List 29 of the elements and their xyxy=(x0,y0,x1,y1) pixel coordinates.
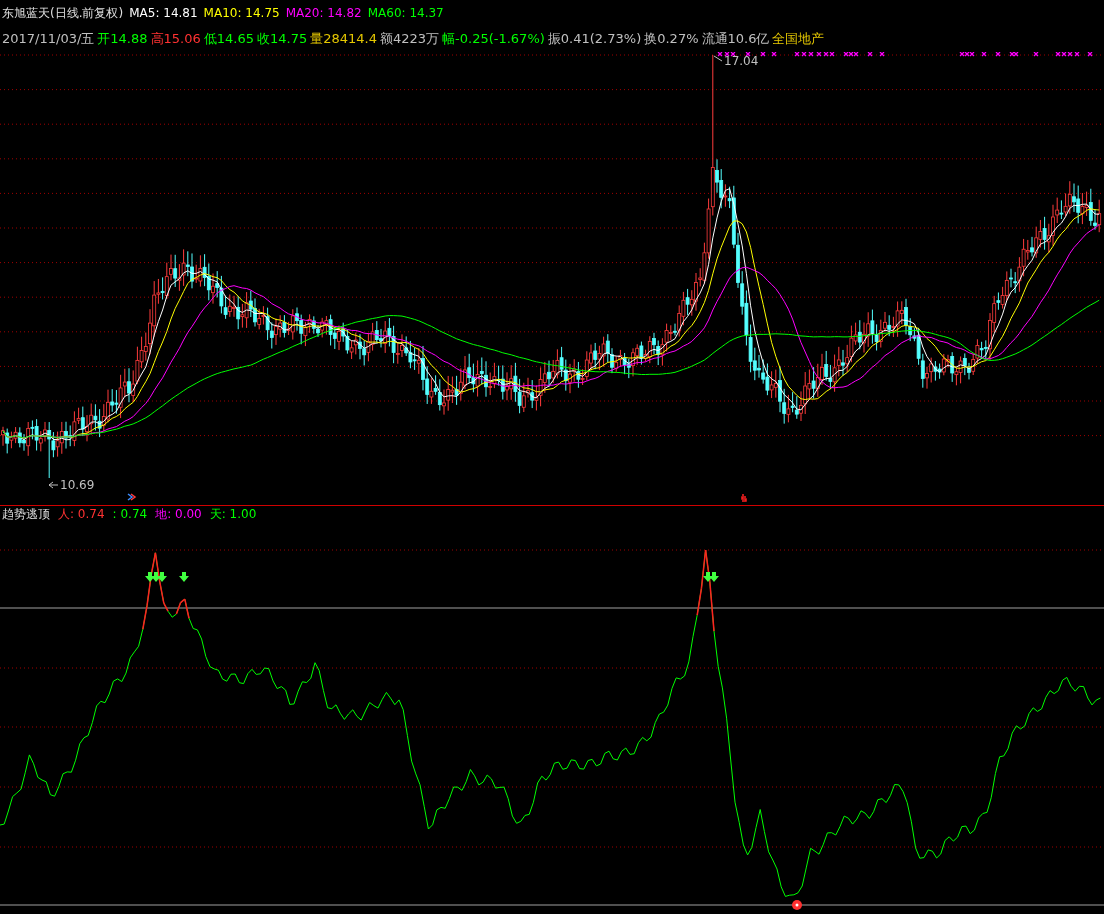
quote-field: 幅-0.25(-1.67%) xyxy=(442,30,545,48)
high-price-label: 17.04 xyxy=(724,54,759,68)
quote-field: 流通10.6亿 xyxy=(701,30,770,48)
leader-line xyxy=(48,481,59,489)
dot-icon xyxy=(792,900,802,910)
low-price-label: 10.69 xyxy=(60,478,95,492)
moving-average-value: MA10: 14.75 xyxy=(203,6,280,20)
quote-field: 换0.27% xyxy=(644,30,699,48)
moving-average-value: MA20: 14.82 xyxy=(285,6,362,20)
quote-field: 开14.88 xyxy=(97,30,148,48)
quote-field: 全国地产 xyxy=(772,30,825,48)
quote-field: 量28414.4 xyxy=(310,30,377,48)
quote-field: 2017/11/03/五 xyxy=(2,30,95,48)
quote-field: 收14.75 xyxy=(256,30,308,48)
indicator-value: 地: 0.00 xyxy=(155,505,202,523)
indicator-name: 趋势逃顶 xyxy=(2,505,50,523)
quote-field: 额4223万 xyxy=(379,30,440,48)
down-arrow-icon xyxy=(179,572,189,582)
moving-average-value: MA60: 14.37 xyxy=(367,6,444,20)
indicator-value: : 0.74 xyxy=(112,507,148,521)
indicator-value: 人: 0.74 xyxy=(58,505,105,523)
leader-line xyxy=(713,55,723,62)
quote-field: 低14.65 xyxy=(203,30,254,48)
moving-average-value: MA5: 14.81 xyxy=(129,6,198,20)
indicator-value: 天: 1.00 xyxy=(209,505,257,523)
chevron-icon xyxy=(127,493,137,501)
stock-title: 东旭蓝天(日线.前复权) xyxy=(2,4,124,22)
quote-field: 振0.41(2.73%) xyxy=(547,30,642,48)
quote-field: 高15.06 xyxy=(150,30,201,48)
